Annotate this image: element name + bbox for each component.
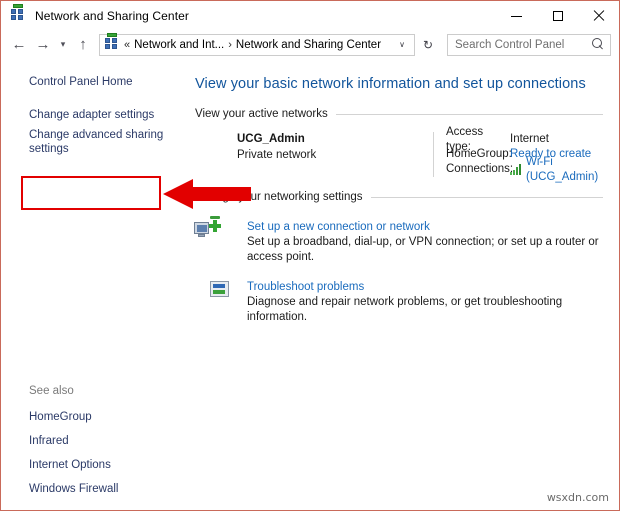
chevron-down-icon[interactable]: ∨: [392, 40, 412, 49]
page-title: View your basic network information and …: [195, 76, 586, 92]
breadcrumb-item-network-and-sharing-center[interactable]: Network and Sharing Center: [236, 39, 381, 51]
search-icon[interactable]: [592, 38, 605, 51]
forward-button[interactable]: →: [31, 33, 55, 57]
sidebar-item-change-adapter-settings[interactable]: Change adapter settings: [1, 105, 187, 125]
task-troubleshoot-problems: Troubleshoot problems Diagnose and repai…: [195, 275, 603, 335]
breadcrumb[interactable]: « Network and Int... › Network and Shari…: [99, 32, 415, 56]
task-set-up-new-connection: Set up a new connection or network Set u…: [194, 215, 603, 275]
recent-locations-button[interactable]: ▾: [55, 33, 71, 57]
see-also-internet-options[interactable]: Internet Options: [1, 453, 187, 477]
active-network-row: UCG_Admin Private network Access type: I…: [195, 126, 603, 191]
window-controls: [496, 1, 619, 31]
set-up-new-connection-description: Set up a broadband, dial-up, or VPN conn…: [247, 236, 599, 263]
breadcrumb-separator-1: «: [124, 38, 131, 51]
troubleshoot-problems-description: Diagnose and repair network problems, or…: [247, 296, 563, 323]
divider: [335, 113, 603, 115]
detail-access-type: Access type: Internet: [446, 126, 603, 153]
address-bar: ← → ▾ ↑ « Network and Int... › Network a…: [1, 31, 619, 58]
content-pane: View your basic network information and …: [187, 58, 619, 509]
network-details: Access type: Internet HomeGroup: Ready t…: [433, 126, 603, 183]
navigation-pane: Control Panel Home Change adapter settin…: [1, 58, 187, 509]
troubleshoot-icon: [209, 279, 239, 325]
see-also-infrared[interactable]: Infrared: [1, 429, 187, 453]
breadcrumb-separator-2: ›: [228, 38, 232, 51]
window-title: Network and Sharing Center: [35, 9, 190, 23]
connection-link[interactable]: Wi-Fi (UCG_Admin): [526, 155, 603, 185]
active-networks-label: View your active networks: [195, 108, 328, 120]
sidebar-item-control-panel-home[interactable]: Control Panel Home: [1, 72, 187, 92]
detail-connections: Connections: Wi-Fi (UCG_Admin): [446, 156, 603, 183]
window-body: Control Panel Home Change adapter settin…: [1, 58, 619, 509]
search-placeholder: Search Control Panel: [455, 38, 565, 51]
set-up-new-connection-link[interactable]: Set up a new connection or network: [247, 219, 603, 235]
detail-label: HomeGroup:: [446, 148, 512, 160]
network-type-icon: [199, 132, 225, 154]
wifi-signal-icon: [510, 164, 521, 175]
breadcrumb-item-network-and-internet[interactable]: Network and Int...: [134, 39, 224, 51]
divider: [370, 196, 603, 198]
network-profile-type: Private network: [237, 149, 317, 161]
minimize-button[interactable]: [496, 1, 537, 31]
detail-label: Connections:: [446, 163, 514, 175]
watermark: wsxdn.com: [546, 491, 609, 504]
close-button[interactable]: [578, 1, 619, 31]
see-also-windows-firewall[interactable]: Windows Firewall: [1, 477, 187, 501]
maximize-button[interactable]: [537, 1, 578, 31]
see-also-title: See also: [29, 385, 74, 397]
sidebar-item-change-advanced-sharing-settings[interactable]: Change advanced sharing settings: [1, 125, 187, 159]
see-also-homegroup[interactable]: HomeGroup: [1, 405, 187, 429]
network-and-sharing-center-window: Network and Sharing Center ← → ▾ ↑ « Net…: [0, 0, 620, 511]
network-name[interactable]: UCG_Admin: [237, 132, 316, 147]
active-networks-header: View your active networks: [195, 108, 603, 120]
new-connection-icon: [194, 216, 239, 265]
detail-value: Internet: [510, 133, 549, 145]
change-settings-header: Change your networking settings: [195, 191, 603, 203]
see-also-section: See also HomeGroup Infrared Internet Opt…: [1, 385, 187, 501]
search-input[interactable]: Search Control Panel: [447, 33, 611, 56]
title-bar: Network and Sharing Center: [1, 1, 619, 31]
up-button[interactable]: ↑: [71, 33, 95, 57]
network-icon: [10, 4, 26, 24]
refresh-icon[interactable]: ↻: [417, 34, 439, 56]
network-icon: [104, 32, 120, 53]
back-button[interactable]: ←: [7, 33, 31, 57]
change-settings-label: Change your networking settings: [195, 191, 363, 203]
troubleshoot-problems-link[interactable]: Troubleshoot problems: [247, 279, 603, 295]
